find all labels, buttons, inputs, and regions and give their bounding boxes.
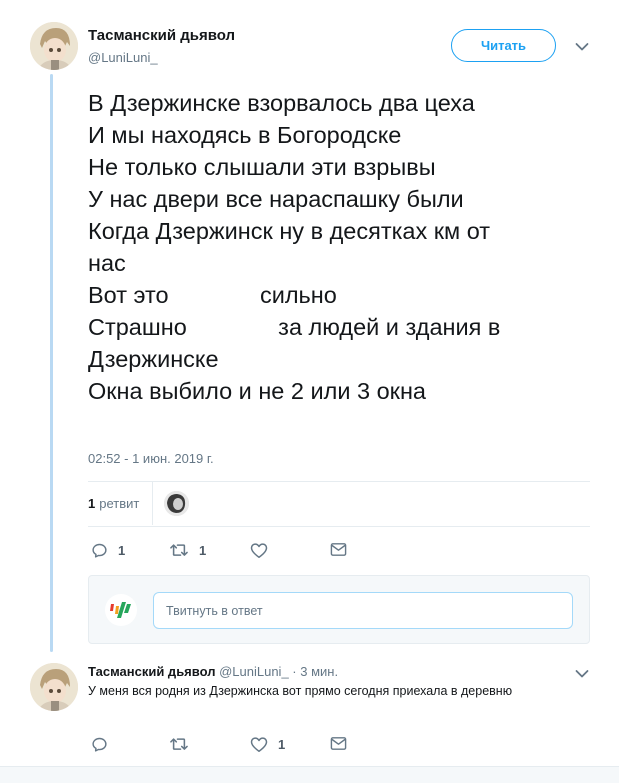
- tweet-text-line: Окна выбило и не 2 или 3 окна: [88, 378, 426, 404]
- direct-message-action[interactable]: [330, 542, 347, 557]
- reply-header: Тасманский дьявол @LuniLuni_ · 3 мин.: [88, 664, 338, 679]
- tweet-text-line: нас: [88, 250, 126, 276]
- bottom-bar: [0, 766, 619, 783]
- heart-icon: [250, 543, 268, 558]
- like-action[interactable]: [250, 542, 278, 559]
- avatar-image: [30, 663, 78, 711]
- retweet-count: 1: [88, 496, 96, 511]
- tweet-timestamp[interactable]: 02:52 - 1 июн. 2019 г.: [88, 451, 214, 466]
- like-count: 1: [278, 737, 286, 752]
- reply-author-name[interactable]: Тасманский дьявол: [88, 664, 215, 679]
- reply-icon: [92, 543, 107, 558]
- envelope-icon: [330, 737, 347, 750]
- reply-action[interactable]: [91, 736, 118, 753]
- chevron-down-icon[interactable]: [575, 669, 589, 679]
- heart-icon: [250, 737, 268, 752]
- retweet-label: ретвит: [99, 496, 140, 511]
- divider: [152, 482, 153, 525]
- author-name[interactable]: Тасманский дьявол: [88, 27, 235, 44]
- avatar[interactable]: [30, 663, 78, 711]
- reply-meta[interactable]: @LuniLuni_ · 3 мин.: [219, 664, 338, 679]
- tweet-text-line: В Дзержинске взорвалось два цеха: [88, 90, 475, 116]
- direct-message-action[interactable]: [330, 736, 347, 751]
- tweet-text-line: У нас двери все нараспашку были: [88, 186, 464, 212]
- retweet-stats[interactable]: 1 ретвит: [88, 496, 139, 511]
- avatar-image: [30, 22, 78, 70]
- like-action[interactable]: 1: [250, 736, 285, 753]
- retweeter-avatar[interactable]: [164, 491, 189, 516]
- divider: [88, 526, 590, 527]
- retweeter-avatar-image: [164, 491, 189, 516]
- avatar[interactable]: [30, 22, 78, 70]
- user-logo-icon[interactable]: [105, 594, 137, 626]
- tweet-text-line: Страшно за людей и здания в: [88, 314, 501, 340]
- divider: [88, 481, 590, 482]
- author-handle[interactable]: @LuniLuni_: [88, 50, 158, 65]
- tweet-text-line: Не только слышали эти взрывы: [88, 154, 436, 180]
- reply-composer: Твитнуть в ответ: [88, 575, 590, 644]
- retweet-action[interactable]: [169, 736, 199, 753]
- tweet-text-line: Когда Дзержинск ну в десятках км от: [88, 218, 491, 244]
- thread-line: [50, 74, 53, 652]
- reply-action[interactable]: 1: [91, 542, 125, 559]
- retweet-icon: [170, 738, 188, 750]
- retweet-icon: [170, 544, 188, 556]
- retweet-action[interactable]: 1: [169, 542, 206, 559]
- reply-icon: [92, 737, 107, 752]
- reply-input[interactable]: Твитнуть в ответ: [153, 592, 573, 629]
- chevron-down-icon[interactable]: [575, 42, 589, 52]
- reply-text: У меня вся родня из Дзержинска вот прямо…: [88, 684, 513, 698]
- reply-count: 1: [118, 543, 126, 558]
- tweet-text: В Дзержинске взорвалось два цеха И мы на…: [88, 87, 588, 407]
- follow-button[interactable]: Читать: [451, 29, 556, 62]
- tweet-text-line: Дзержинске: [88, 346, 219, 372]
- tweet-text-line: Вот это сильно: [88, 282, 337, 308]
- tweet-text-line: И мы находясь в Богородске: [88, 122, 402, 148]
- envelope-icon: [330, 543, 347, 556]
- retweet-count: 1: [199, 543, 207, 558]
